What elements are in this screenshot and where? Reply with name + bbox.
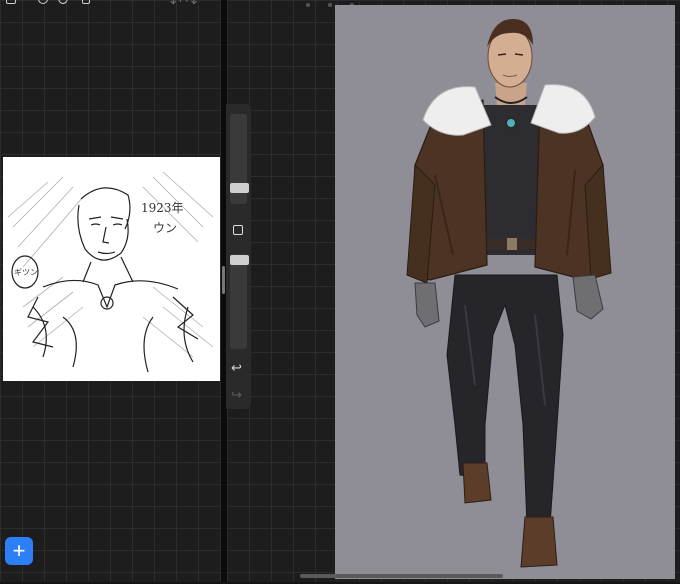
character-illustration [406, 19, 612, 568]
divider-handle[interactable] [222, 266, 225, 294]
opacity-slider[interactable] [230, 254, 249, 349]
brush-size-slider[interactable] [230, 114, 249, 204]
opacity-thumb[interactable] [230, 255, 249, 265]
undo-button[interactable]: ↩ [231, 360, 242, 376]
undo-redo-top-icon[interactable]: ↶ ↷ [170, 0, 197, 11]
brush-size-thumb[interactable] [230, 183, 249, 193]
brush-icon[interactable] [38, 0, 48, 4]
side-toolbar: ↩ ↪ [226, 104, 251, 409]
drawing-canvas[interactable] [335, 5, 675, 579]
document-icon[interactable] [82, 0, 90, 4]
top-toolbar [6, 0, 116, 6]
color-icon[interactable] [58, 0, 68, 4]
redo-button[interactable]: ↪ [231, 387, 242, 403]
modify-button[interactable] [233, 225, 243, 235]
layers-icon[interactable] [6, 0, 16, 4]
reference-pane: ↶ ↷ 1923年 ウン ギツン + [0, 0, 221, 582]
sketch-sign-text: ウン [153, 221, 177, 235]
sketch-drawing: 1923年 ウン ギツン [7, 171, 214, 373]
sketch-speech-text: ギツン [14, 268, 38, 277]
home-indicator[interactable] [300, 574, 503, 578]
sketch-year-text: 1923年 [141, 201, 184, 215]
add-reference-button[interactable]: + [5, 537, 33, 565]
multitask-dots-icon[interactable] [300, 0, 360, 7]
reference-sketch[interactable]: 1923年 ウン ギツン [3, 157, 220, 381]
